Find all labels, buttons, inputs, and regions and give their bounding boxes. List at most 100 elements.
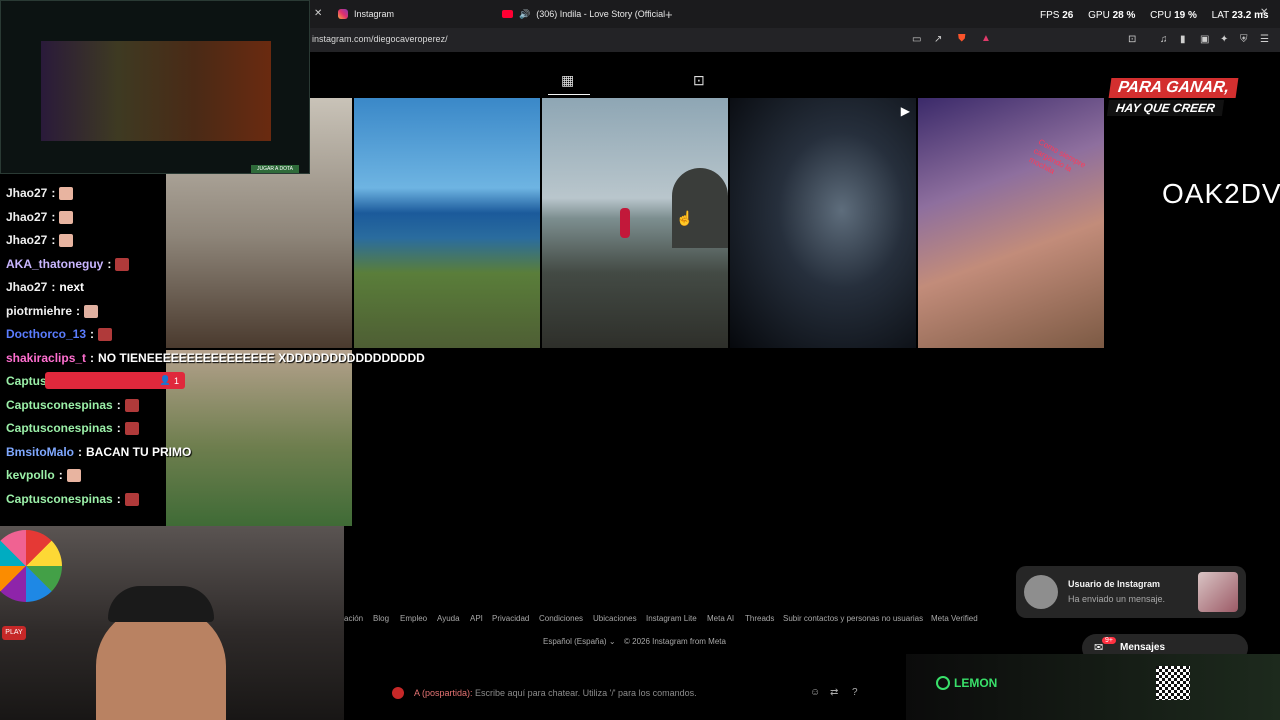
chevron-down-icon: ⌄ [608, 637, 616, 646]
translate-icon[interactable]: ⇄ [830, 687, 838, 698]
chat-username[interactable]: Captusconespinas [6, 492, 113, 506]
chat-username[interactable]: Jhao27 [6, 280, 47, 294]
active-tab-indicator [548, 94, 590, 95]
vpn-icon[interactable]: ⛨ [1240, 34, 1248, 45]
post-thumbnail-lake[interactable] [354, 98, 540, 348]
footer-link[interactable]: API [470, 614, 483, 623]
chat-message: Jhao27: [6, 186, 74, 201]
chat-username[interactable]: BmsitoMalo [6, 445, 74, 459]
close-tab-icon[interactable]: ✕ [314, 8, 322, 19]
chat-message: Jhao27: next [6, 280, 84, 294]
chat-username[interactable]: AKA_thatoneguy [6, 257, 103, 271]
qr-code [1156, 666, 1190, 700]
fps-label: FPS [1040, 10, 1060, 21]
speaker-icon[interactable]: 🔊 [519, 9, 530, 20]
avatar [1024, 575, 1058, 609]
tab-youtube-label: (306) Indila - Love Story (Official [536, 9, 666, 19]
footer-link[interactable]: Privacidad [492, 614, 529, 623]
chat-emote-icon [98, 328, 113, 342]
chat-message: Jhao27: [6, 233, 74, 248]
screenshot-icon[interactable]: ⊡ [1128, 34, 1136, 45]
lat-value: 23.2 ms [1231, 10, 1269, 21]
notification-thumbnail [1198, 572, 1238, 612]
chat-username[interactable]: kevpollo [6, 468, 55, 482]
chat-username[interactable]: Jhao27 [6, 186, 47, 200]
chat-message: Captusconespinas: [6, 421, 139, 436]
url-text[interactable]: instagram.com/diegocaveroperez/ [312, 34, 448, 44]
music-icon[interactable]: ♫ [1160, 34, 1168, 45]
chat-separator: : [76, 303, 81, 318]
chat-username[interactable]: Captusconespinas [6, 398, 113, 412]
chat-username[interactable]: piotrmiehre [6, 304, 72, 318]
lemon-logo-icon [936, 676, 950, 690]
menu-icon[interactable]: ☰ [1260, 34, 1269, 45]
chat-message: kevpollo: [6, 468, 81, 483]
message-notification[interactable]: Usuario de Instagram Ha enviado un mensa… [1016, 566, 1246, 618]
tagged-icon[interactable]: ⊡ [693, 72, 705, 89]
chat-separator: : [58, 468, 63, 482]
messenger-icon: ✉ [1094, 642, 1104, 654]
footer-link[interactable]: Blog [373, 614, 389, 623]
game-chat-input[interactable]: A (pospartida): Escribe aquí para chatea… [388, 684, 870, 704]
instagram-footer: ación Blog Empleo Ayuda API Privacidad Condici… [344, 612, 1044, 652]
new-tab-button[interactable]: + [665, 7, 673, 22]
chat-username[interactable]: Docthorco_13 [6, 327, 86, 341]
chat-username[interactable]: Jhao27 [6, 233, 47, 247]
tab-instagram[interactable]: Instagram [338, 4, 488, 24]
play-dota-button: JUGAR A DOTA [251, 165, 299, 173]
live-stats-badge: 👤 1 [45, 372, 185, 389]
language-selector[interactable]: Español (España) ⌄ [543, 637, 616, 646]
share-icon[interactable]: ↗ [934, 34, 942, 45]
post-thumbnail-friends[interactable]: Como siempre cargando la mochila [918, 98, 1104, 348]
game-scene [41, 41, 271, 141]
streamer-cap [108, 586, 214, 622]
chat-separator: : [90, 327, 95, 341]
chat-separator: : [107, 256, 112, 271]
lemon-label: LEMON [954, 676, 998, 690]
chat-message: Jhao27: [6, 210, 74, 224]
chat-username[interactable]: shakiraclips_t [6, 351, 86, 365]
copyright: © 2026 Instagram from Meta [624, 637, 726, 646]
person-figure [620, 208, 630, 238]
chat-emote-icon [59, 234, 74, 248]
brave-shield-icon[interactable]: ⛊ [958, 33, 966, 44]
post-thumbnail-team-photo[interactable] [166, 350, 352, 526]
chat-input-text[interactable]: A (pospartida): Escribe aquí para chatea… [414, 688, 697, 698]
footer-link[interactable]: ación [344, 614, 363, 623]
grid-icon[interactable]: ▦ [561, 72, 574, 89]
footer-link[interactable]: Ubicaciones [593, 614, 637, 623]
tab-instagram-label: Instagram [354, 9, 395, 19]
ai-icon[interactable]: ✦ [1220, 34, 1228, 45]
chat-emote-icon [59, 210, 74, 224]
footer-link[interactable]: Condiciones [539, 614, 583, 623]
wallet-icon[interactable]: ▣ [1200, 34, 1209, 45]
footer-link[interactable]: Ayuda [437, 614, 460, 623]
rewards-icon[interactable]: ▲ [981, 33, 991, 44]
chat-message-text: NO TIENEEEEEEEEEEEEEEEE XDDDDDDDDDDDDDDD… [98, 350, 425, 365]
footer-link[interactable]: Threads [745, 614, 774, 623]
help-icon[interactable]: ? [852, 687, 858, 698]
footer-link[interactable]: Subir contactos y personas no usuarias [783, 614, 923, 623]
post-thumbnail-video[interactable]: ▶ [730, 98, 916, 348]
chat-message: AKA_thatoneguy: [6, 256, 130, 271]
footer-link[interactable]: Instagram Lite [646, 614, 697, 623]
cast-icon[interactable]: ▭ [912, 34, 921, 45]
chat-separator: : [116, 397, 121, 412]
chat-separator: : [116, 491, 121, 506]
streamer-name: OAK2DV [1162, 178, 1280, 209]
emoji-icon[interactable]: ☺ [810, 687, 820, 698]
chat-username[interactable]: Captusconespinas [6, 421, 113, 435]
reel-icon: ▶ [900, 104, 910, 118]
banner-line1: PARA GANAR, [1108, 78, 1239, 98]
chat-username[interactable]: Jhao27 [6, 210, 47, 224]
messages-badge: 9+ [1102, 637, 1116, 644]
viewer-icon: 👤 [159, 375, 171, 385]
footer-link[interactable]: Meta Verified [931, 614, 978, 623]
footer-link[interactable]: Empleo [400, 614, 427, 623]
post-thumbnail-rock-arch[interactable] [542, 98, 728, 348]
sidebar-icon[interactable]: ▮ [1180, 34, 1186, 45]
tab-youtube[interactable]: 🔊 (306) Indila - Love Story (Official [502, 4, 674, 24]
footer-link[interactable]: Meta AI [707, 614, 734, 623]
streamer-webcam: PLAY [0, 526, 344, 720]
prize-wheel [0, 530, 62, 602]
